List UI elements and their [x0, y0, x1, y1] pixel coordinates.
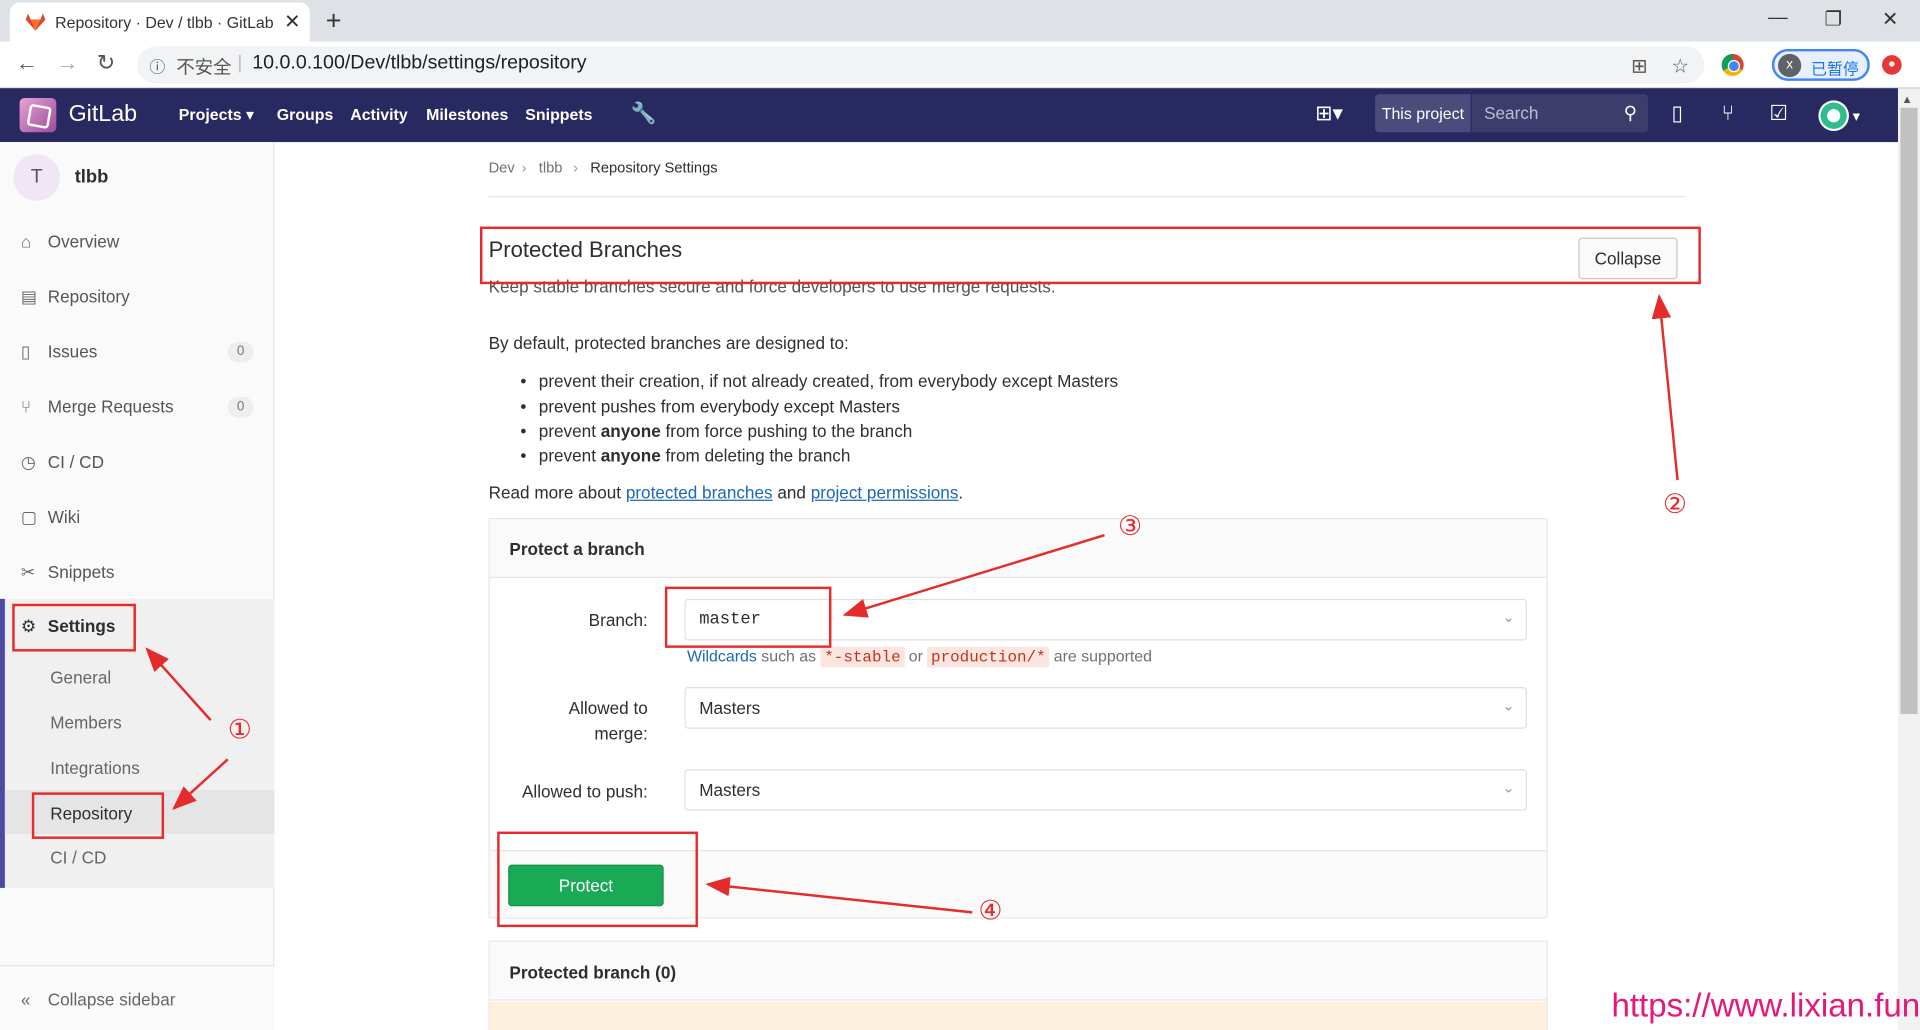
arrow-3	[842, 534, 1105, 618]
arrow-2	[1651, 293, 1679, 481]
arrow-1a	[145, 647, 212, 721]
annotation-arrows	[145, 293, 1679, 914]
annotation-number-4: ④	[978, 896, 1003, 928]
arrow-1b	[172, 758, 229, 810]
annotation-number-1: ①	[227, 715, 252, 746]
annotation-number-2: ②	[1662, 489, 1688, 521]
arrow-4	[705, 876, 973, 914]
screenshot-stage: Repository · Dev / tlbb · GitLab ✕ + — ❐…	[0, 0, 1920, 1030]
annotation-number-3: ③	[1117, 511, 1143, 543]
watermark: https://www.lixian.fun	[1611, 987, 1920, 1024]
